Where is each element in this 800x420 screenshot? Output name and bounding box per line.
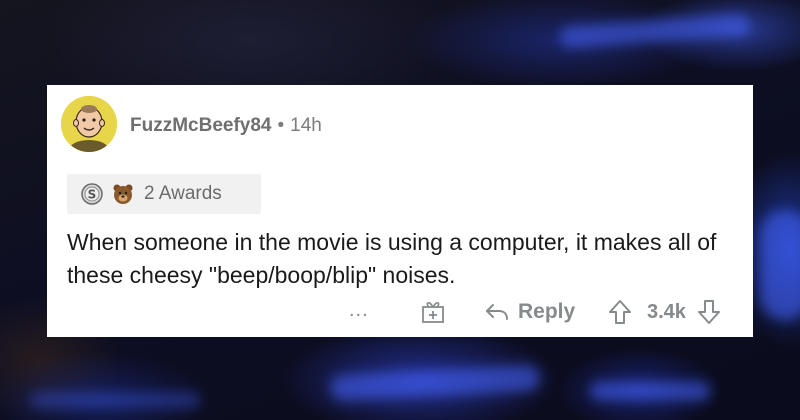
reply-arrow-icon	[486, 304, 508, 320]
downvote-arrow-icon	[697, 300, 720, 324]
awards-badge[interactable]: S 2 Awards	[67, 174, 261, 214]
avatar[interactable]	[61, 96, 117, 152]
reply-label: Reply	[518, 300, 576, 323]
give-award-button[interactable]	[419, 297, 447, 325]
bear-award-icon	[112, 183, 134, 205]
snoo-avatar-icon	[61, 96, 117, 152]
light-streak	[559, 13, 751, 49]
comment-body: When someone in the movie is using a com…	[67, 229, 717, 288]
light-streak	[30, 392, 200, 408]
gift-icon	[422, 302, 444, 323]
silver-award-icon: S	[81, 183, 103, 205]
comment-actions-bar: ... Reply 3.4k	[47, 295, 753, 331]
comment-meta: FuzzMcBeefy84 • 14h	[130, 115, 322, 137]
awards-count-label: 2 Awards	[144, 183, 222, 204]
light-streak	[590, 382, 710, 400]
more-options-button[interactable]: ...	[349, 297, 369, 323]
light-streak	[760, 210, 800, 320]
meta-separator: •	[277, 115, 285, 136]
svg-text:S: S	[88, 188, 97, 202]
timestamp[interactable]: 14h	[290, 115, 322, 136]
username-link[interactable]: FuzzMcBeefy84	[130, 115, 272, 136]
reply-button[interactable]: Reply	[484, 297, 575, 327]
vote-controls: 3.4k	[607, 297, 722, 327]
vote-score: 3.4k	[647, 300, 686, 323]
downvote-button[interactable]	[696, 298, 722, 326]
comment-card: FuzzMcBeefy84 • 14h S 2 Awards When someon…	[47, 85, 753, 337]
light-streak	[329, 364, 541, 402]
upvote-arrow-icon	[609, 300, 631, 324]
upvote-button[interactable]	[607, 298, 633, 326]
